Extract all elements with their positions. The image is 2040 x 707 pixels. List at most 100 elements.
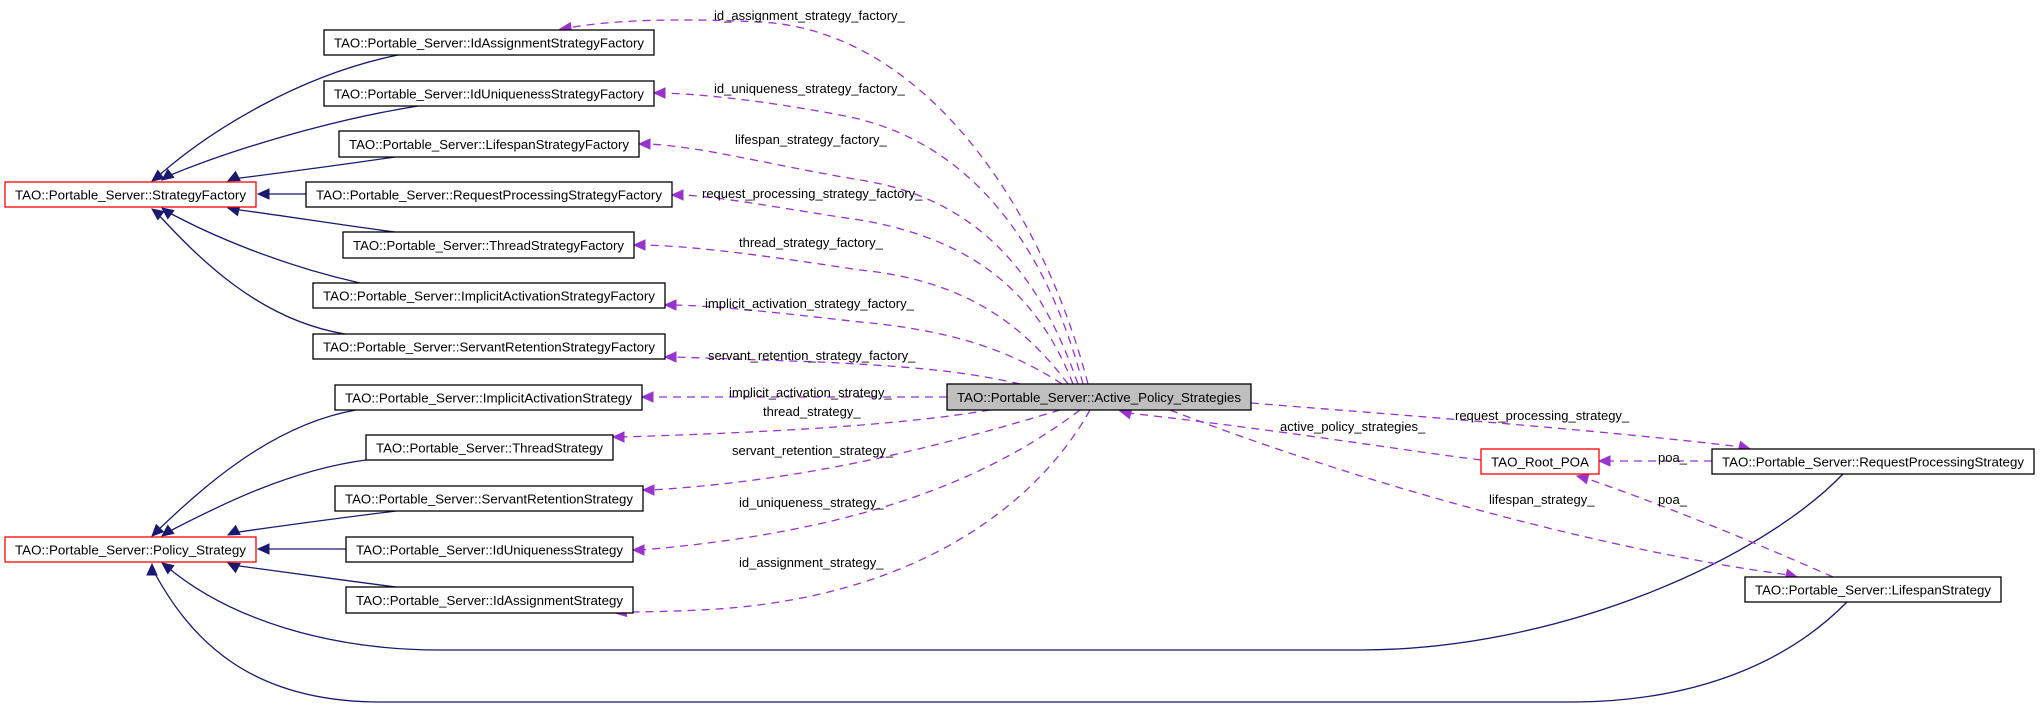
inheritance-arrowhead [256,543,270,555]
edge-label: id_uniqueness_strategy_ [739,495,884,510]
usage-arrowhead [663,299,677,311]
class-name: TAO::Portable_Server::ServantRetentionSt… [345,492,634,507]
collaboration-diagram: id_assignment_strategy_factory_ id_unique… [4,8,2035,703]
class-name: TAO::Portable_Server::ImplicitActivation… [323,289,656,304]
inheritance-arrowhead [161,562,175,575]
usage-edge-line [641,244,1069,385]
usage-arrowhead [670,189,684,201]
usage-edge-line [1169,409,1790,576]
usage-arrowhead [1597,455,1611,467]
inheritance-edge-line [231,564,397,588]
inheritance-edge [226,156,396,182]
usage-edge-poa [1575,473,1834,578]
class-node-ps[interactable]: TAO::Portable_Server::Policy_Strategy [4,536,257,563]
edge-label: implicit_activation_strategy_ [729,385,892,400]
class-node-rps[interactable]: TAO::Portable_Server::RequestProcessingS… [1711,448,2035,475]
inheritance-edge [256,188,306,200]
usage-arrowhead [637,138,651,150]
class-node-sf[interactable]: TAO::Portable_Server::StrategyFactory [4,181,257,208]
class-node-lsf[interactable]: TAO::Portable_Server::LifespanStrategyFa… [338,130,640,158]
class-node-ts[interactable]: TAO::Portable_Server::ThreadStrategy [365,434,614,461]
class-node-tsf[interactable]: TAO::Portable_Server::ThreadStrategyFact… [342,231,635,259]
class-node-rpsf[interactable]: TAO::Portable_Server::RequestProcessingS… [305,181,673,208]
edge-label: lifespan_strategy_ [1489,492,1595,507]
inheritance-edge-line [165,210,361,284]
class-name: TAO::Portable_Server::Policy_Strategy [15,543,247,558]
class-name: TAO::Portable_Server::ThreadStrategyFact… [353,238,625,253]
class-node-iusf[interactable]: TAO::Portable_Server::IdUniquenessStrate… [323,80,655,107]
inheritance-arrowhead [146,562,158,576]
usage-edge-line [640,409,1081,551]
edge-label: id_assignment_strategy_ [739,555,884,570]
edge-label: poa_ [1658,450,1688,465]
usage-edge-line [621,409,1091,613]
inheritance-edge [226,205,396,233]
class-node-ius[interactable]: TAO::Portable_Server::IdUniquenessStrate… [345,536,634,563]
edge-label: servant_retention_strategy_factory_ [708,348,916,363]
class-node-iasf[interactable]: TAO::Portable_Server::IdAssignmentStrate… [323,29,655,56]
usage-arrowhead [640,391,654,403]
usage-arrowhead [663,351,677,363]
class-name: TAO_Root_POA [1491,455,1589,470]
class-node-srs[interactable]: TAO::Portable_Server::ServantRetentionSt… [334,485,644,512]
inheritance-edge-line [231,208,396,233]
inheritance-edge [161,207,361,284]
class-name: TAO::Portable_Server::IdAssignmentStrate… [334,36,644,51]
usage-arrowhead [641,484,655,496]
edge-labels-layer: id_assignment_strategy_factory_ id_unique… [702,8,1688,570]
class-name: TAO::Portable_Server::RequestProcessingS… [1722,455,2025,470]
class-name: TAO::Portable_Server::ServantRetentionSt… [323,340,656,355]
edge-label: thread_strategy_factory_ [739,235,884,250]
edge-label: active_policy_strategies_ [1280,419,1426,434]
class-node-aps[interactable]: TAO::Portable_Server::Active_Policy_Stra… [946,383,1252,411]
inheritance-edge [146,562,1848,703]
edge-label: servant_retention_strategy_ [732,443,894,458]
class-node-ias[interactable]: TAO::Portable_Server::ImplicitActivation… [334,384,643,411]
usage-arrowhead [632,239,646,251]
inheritance-arrowhead [161,207,175,220]
usage-edge-ls [1169,409,1799,580]
edge-label: poa_ [1658,492,1688,507]
inheritance-edge-line [231,156,396,180]
usage-edge-poa [1597,455,1712,467]
inheritance-edge-line [155,409,357,533]
usage-edge-iactsf [663,299,1063,385]
edge-label: id_uniqueness_strategy_factory_ [714,81,906,96]
inheritance-arrowhead [161,524,175,537]
edge-label: implicit_activation_strategy_factory_ [705,296,915,311]
class-name: TAO::Portable_Server::LifespanStrategy [1755,583,1991,598]
edge-label: request_processing_strategy_ [1455,408,1630,423]
class-node-ids[interactable]: TAO::Portable_Server::IdAssignmentStrate… [345,586,634,614]
inheritance-arrowhead [256,188,270,200]
usage-arrowhead [1575,473,1590,485]
class-name: TAO::Portable_Server::IdUniquenessStrate… [334,87,644,102]
edge-label: thread_strategy_ [763,404,861,419]
inheritance-arrowhead [226,524,241,536]
inheritance-edge-line [155,211,346,335]
class-name: TAO::Portable_Server::RequestProcessingS… [316,188,662,203]
inheritance-edge [226,510,397,536]
inheritance-edge [256,543,346,555]
class-node-srsf[interactable]: TAO::Portable_Server::ServantRetentionSt… [312,333,666,360]
edge-label: lifespan_strategy_factory_ [735,132,888,147]
usage-arrowhead [611,431,625,443]
edge-label: id_assignment_strategy_factory_ [714,8,906,23]
class-name: TAO::Portable_Server::StrategyFactory [15,188,247,203]
class-name: TAO::Portable_Server::Active_Policy_Stra… [957,390,1242,405]
class-node-poa[interactable]: TAO_Root_POA [1480,448,1600,475]
class-name: TAO::Portable_Server::IdUniquenessStrate… [356,543,624,558]
inheritance-edge [151,409,357,537]
inheritance-arrowhead [226,170,241,182]
usage-edge-ius [631,409,1081,556]
class-name: TAO::Portable_Server::IdAssignmentStrate… [356,593,624,608]
usage-edge-ids [613,409,1091,618]
class-node-iactsf[interactable]: TAO::Portable_Server::ImplicitActivation… [312,282,666,309]
usage-arrowhead [652,87,666,99]
class-name: TAO::Portable_Server::ImplicitActivation… [345,391,633,406]
class-name: TAO::Portable_Server::ThreadStrategy [376,441,604,456]
class-node-ls[interactable]: TAO::Portable_Server::LifespanStrategy [1744,576,2002,603]
usage-edge-aps [1118,408,1482,461]
inheritance-edge [226,562,397,588]
usage-arrowhead [631,544,645,556]
usage-edge-line [672,304,1063,385]
